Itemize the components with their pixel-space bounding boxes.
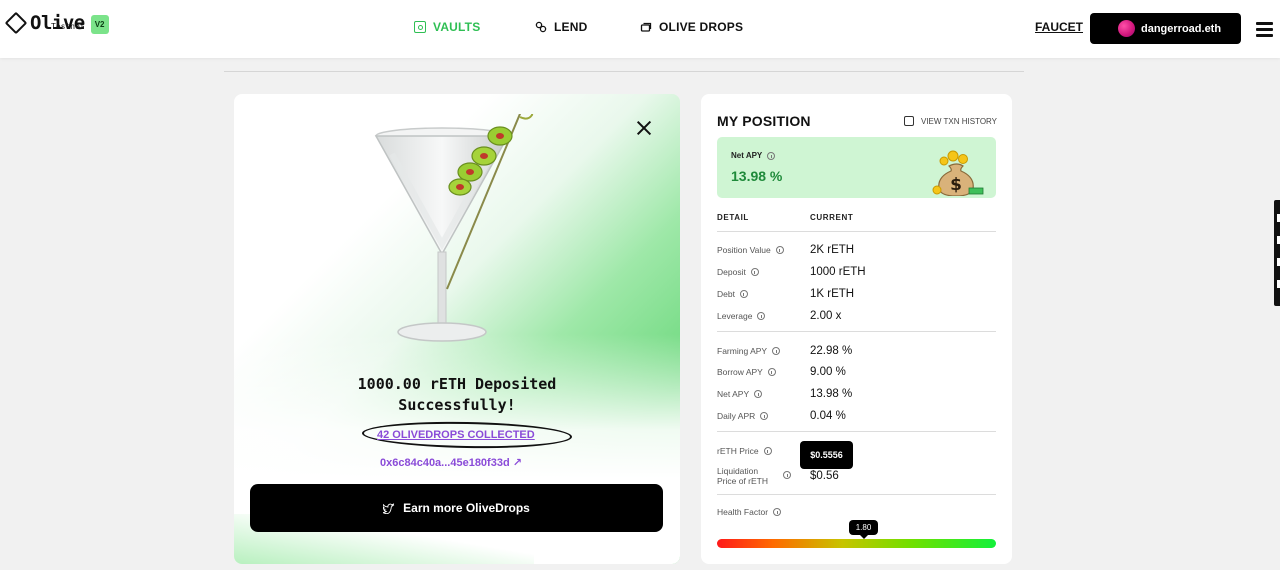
coins-icon	[535, 21, 547, 33]
wallet-avatar	[1118, 20, 1135, 37]
row-label-position-value: Position Value	[717, 245, 784, 255]
earn-button-label: Earn more OliveDrops	[403, 501, 530, 515]
info-icon[interactable]	[763, 447, 772, 455]
table-divider	[717, 494, 996, 495]
my-position-panel: MY POSITION VIEW TXN HISTORY Net APY 13.…	[701, 94, 1012, 564]
view-txn-history-label: VIEW TXN HISTORY	[921, 116, 998, 126]
side-feedback-tab[interactable]	[1274, 200, 1280, 306]
info-icon[interactable]	[773, 508, 782, 516]
martini-glass-illustration	[374, 114, 534, 342]
row-value-farming-apy: 22.98 %	[810, 345, 853, 357]
info-icon[interactable]	[750, 268, 759, 276]
table-divider	[717, 431, 996, 432]
deposit-line-2: Successfully!	[398, 396, 516, 414]
info-icon[interactable]	[767, 151, 776, 160]
wallet-button[interactable]: dangerroad.eth	[1090, 13, 1241, 44]
view-txn-history-link[interactable]: VIEW TXN HISTORY	[904, 116, 997, 126]
row-label-liquidation-price: Liquidation Price of rETH	[717, 466, 769, 486]
row-value-liquidation-price: $0.56	[810, 470, 839, 482]
panel-title: MY POSITION	[717, 113, 811, 129]
version-badge: V2	[90, 15, 109, 34]
table-divider	[717, 231, 996, 232]
row-label-net-apy: Net APY	[717, 389, 763, 399]
transaction-hash-link[interactable]: 0x6c84c40a...45e180f33d ↗	[380, 456, 522, 469]
earn-more-olivedrops-button[interactable]: Earn more OliveDrops	[250, 484, 663, 532]
health-factor-bar	[717, 539, 996, 548]
stack-icon	[640, 22, 652, 32]
diamond-logo-icon	[4, 11, 28, 35]
svg-text:$: $	[950, 175, 962, 195]
info-icon[interactable]	[754, 390, 763, 398]
row-label-farming-apy: Farming APY	[717, 346, 781, 356]
info-icon[interactable]	[772, 347, 781, 355]
row-label-daily-apr: Daily APR	[717, 411, 769, 421]
row-value-position-value: 2K rETH	[810, 244, 855, 256]
row-label-borrow-apy: Borrow APY	[717, 367, 776, 377]
history-icon	[904, 116, 914, 126]
top-header: Olive V2 Testnet VAULTS LEND OLIVE DROPS…	[0, 0, 1280, 58]
olivedrops-collected-link[interactable]: 42 OLIVEDROPS COLLECTED	[377, 429, 535, 441]
brand-subtitle: Testnet	[51, 22, 85, 31]
deposit-line-1: 1000.00 rETH Deposited	[357, 375, 557, 393]
page-divider	[224, 71, 1024, 72]
nav-lend[interactable]: LEND	[535, 20, 587, 34]
row-value-leverage: 2.00 x	[810, 310, 842, 322]
info-icon[interactable]	[783, 471, 791, 479]
reth-price-tooltip: $0.5556	[800, 441, 853, 469]
nav-vaults[interactable]: VAULTS	[414, 20, 480, 34]
vault-icon	[414, 21, 426, 33]
health-factor-tooltip: 1.80	[849, 520, 878, 539]
nav-vaults-label: VAULTS	[433, 20, 481, 34]
wallet-name: dangerroad.eth	[1141, 22, 1222, 35]
row-value-daily-apr: 0.04 %	[810, 410, 846, 422]
net-apy-label: Net APY	[731, 151, 776, 160]
row-label-reth-price: rETH Price	[717, 446, 772, 456]
hamburger-menu-icon[interactable]	[1256, 22, 1273, 40]
net-apy-value: 13.98 %	[731, 168, 783, 184]
row-value-deposit: 1000 rETH	[810, 266, 866, 278]
net-apy-card: Net APY 13.98 % $	[717, 137, 996, 198]
row-label-deposit: Deposit	[717, 267, 759, 277]
deposit-success-card: 1000.00 rETH Deposited Successfully! 42 …	[234, 94, 680, 564]
info-icon[interactable]	[760, 412, 769, 420]
row-label-health-factor: Health Factor	[717, 507, 782, 517]
info-icon[interactable]	[739, 290, 748, 298]
info-icon[interactable]	[767, 368, 776, 376]
twitter-icon	[383, 503, 395, 514]
info-icon[interactable]	[757, 312, 766, 320]
column-header-detail: DETAIL	[717, 213, 749, 222]
row-label-debt: Debt	[717, 289, 748, 299]
row-value-borrow-apy: 9.00 %	[810, 366, 846, 378]
net-apy-label-text: Net APY	[731, 151, 763, 160]
table-divider	[717, 331, 996, 332]
row-value-debt: 1K rETH	[810, 288, 855, 300]
money-bag-icon: $	[932, 150, 984, 196]
row-value-net-apy: 13.98 %	[810, 388, 853, 400]
faucet-link[interactable]: FAUCET	[1035, 20, 1083, 34]
info-icon[interactable]	[775, 246, 784, 254]
deposit-success-message: 1000.00 rETH Deposited Successfully!	[234, 374, 680, 416]
column-header-current: CURRENT	[810, 213, 854, 222]
nav-olive-drops[interactable]: OLIVE DROPS	[640, 20, 743, 34]
close-icon[interactable]	[636, 120, 652, 136]
nav-olive-drops-label: OLIVE DROPS	[659, 20, 744, 34]
nav-lend-label: LEND	[554, 20, 588, 34]
row-label-leverage: Leverage	[717, 311, 766, 321]
